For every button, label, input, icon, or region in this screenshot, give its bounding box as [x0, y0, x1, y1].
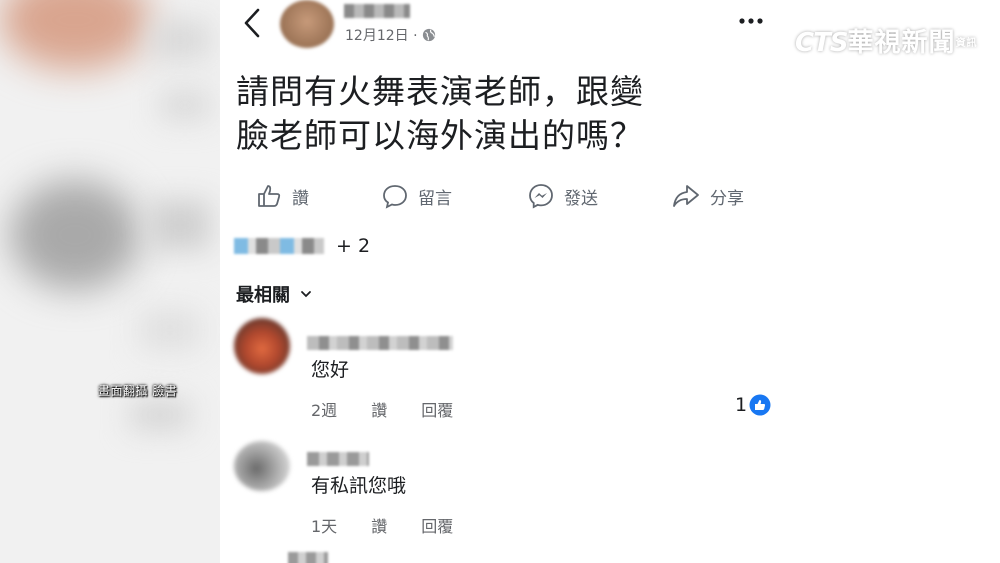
- blurred-background-left: [0, 0, 220, 563]
- comment-2-time: 1天: [311, 517, 338, 536]
- post-meta: 12月12日 ·: [345, 25, 436, 45]
- send-button[interactable]: 發送: [528, 178, 598, 214]
- cts-logo-text: CTS: [795, 28, 849, 58]
- messenger-icon: [529, 184, 553, 209]
- cts-brand-text: 華視新聞: [847, 28, 956, 58]
- reactors-blurred: [234, 238, 324, 254]
- post-text: 請問有火舞表演老師，跟變 臉老師可以海外演出的嗎？: [236, 70, 756, 158]
- comment-1-time: 2週: [311, 401, 338, 420]
- blurred-background-right: [780, 0, 1000, 563]
- comment-2-avatar[interactable]: [234, 441, 290, 491]
- like-button[interactable]: 讚: [256, 178, 309, 214]
- like-button-label: 讚: [292, 188, 309, 209]
- comment-1-meta: 2週 讚 回覆: [311, 397, 487, 421]
- comment-1-text: 您好: [311, 359, 350, 381]
- comment-2-reply-link[interactable]: 回覆: [421, 513, 453, 537]
- comment-2-author-blurred[interactable]: [307, 452, 369, 466]
- post-text-line-1: 請問有火舞表演老師，跟變: [236, 72, 644, 111]
- reactions-count: + 2: [336, 235, 371, 257]
- like-icon: [258, 185, 281, 207]
- post-date: 12月12日 ·: [345, 28, 418, 44]
- facebook-post-screen: 12月12日 · 請問有火舞表演老師，跟變 臉老師可以海外演出的嗎？ 讚 留言 …: [220, 0, 780, 563]
- globe-icon: [422, 28, 435, 42]
- more-icon: [739, 18, 763, 24]
- comment-button-label: 留言: [418, 188, 452, 209]
- post-actions-bar: 讚 留言 發送 分享: [220, 178, 780, 214]
- back-button[interactable]: [238, 6, 268, 40]
- comment-2-text: 有私訊您哦: [311, 475, 407, 497]
- like-reaction-icon: [749, 394, 771, 416]
- send-button-label: 發送: [564, 188, 598, 209]
- more-options-button[interactable]: [736, 8, 766, 34]
- comment-3-author-blurred[interactable]: [288, 552, 328, 563]
- back-icon: [244, 8, 260, 38]
- author-name-blurred[interactable]: [344, 4, 410, 18]
- comment-1-author-blurred[interactable]: [307, 336, 453, 350]
- comment-1-avatar[interactable]: [234, 318, 290, 374]
- comment-1-reactions[interactable]: 1: [735, 394, 771, 416]
- reactions-summary[interactable]: + 2: [234, 233, 370, 259]
- share-icon: [673, 185, 699, 207]
- author-avatar[interactable]: [280, 0, 334, 48]
- cts-news-watermark: CTS華視新聞資訊: [795, 22, 995, 58]
- comment-icon: [383, 185, 407, 209]
- cts-sub-text: 資訊: [955, 38, 978, 49]
- comment-sort-selector[interactable]: 最相關: [236, 281, 312, 307]
- comment-1-like-link[interactable]: 讚: [371, 397, 387, 421]
- share-button[interactable]: 分享: [672, 178, 744, 214]
- chevron-down-icon: [301, 291, 311, 298]
- comment-2-like-link[interactable]: 讚: [371, 513, 387, 537]
- comment-2-meta: 1天 讚 回覆: [311, 513, 487, 537]
- post-text-line-2: 臉老師可以海外演出的嗎？: [236, 116, 644, 155]
- share-button-label: 分享: [710, 188, 744, 209]
- comment-button[interactable]: 留言: [382, 178, 452, 214]
- photo-caption: 畫面翻攝 臉書: [98, 384, 178, 398]
- comment-1-like-count: 1: [735, 394, 748, 416]
- sort-label: 最相關: [236, 285, 290, 306]
- comment-1-reply-link[interactable]: 回覆: [421, 397, 453, 421]
